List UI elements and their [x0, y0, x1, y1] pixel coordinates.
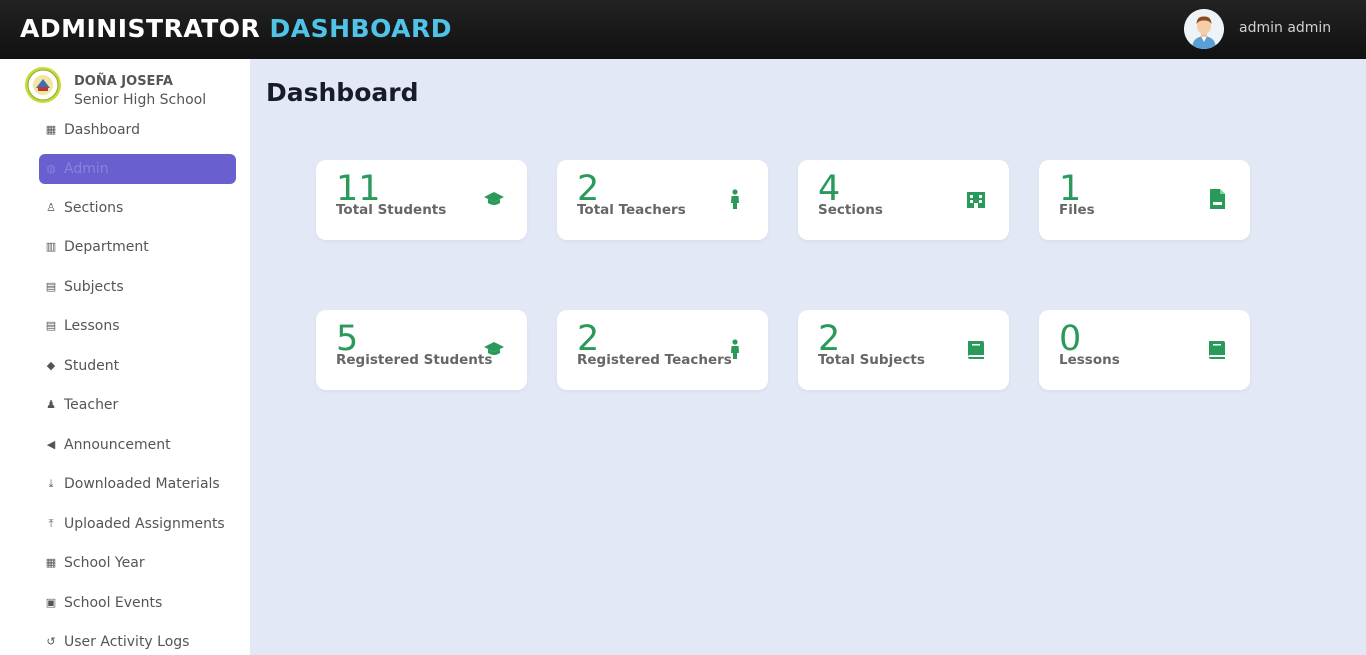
- sidebar-item-student[interactable]: ◆ Student: [39, 351, 236, 381]
- user-avatar[interactable]: [1184, 9, 1224, 49]
- admin-icon: ◍: [46, 162, 56, 175]
- sidebar-item-label: User Activity Logs: [64, 634, 190, 650]
- megaphone-icon: ◀: [46, 438, 56, 451]
- stat-card-registered-students[interactable]: 5 Registered Students: [316, 310, 527, 390]
- graduation-cap-icon: [484, 342, 504, 355]
- book-icon: [1209, 341, 1225, 359]
- sidebar-item-admin[interactable]: ◍ Admin: [39, 154, 236, 184]
- top-bar: ADMINISTRATOR DASHBOARD admin admin: [0, 0, 1366, 59]
- stat-label: Sections: [818, 202, 883, 218]
- book-icon: [968, 341, 984, 359]
- sidebar-item-school-events[interactable]: ▣ School Events: [39, 588, 236, 618]
- app-title-accent: DASHBOARD: [269, 14, 453, 43]
- sidebar-item-user-activity-logs[interactable]: ↺ User Activity Logs: [39, 627, 236, 655]
- stat-card-sections[interactable]: 4 Sections: [798, 160, 1009, 240]
- sidebar: DOÑA JOSEFA Senior High School ▦ Dashboa…: [0, 59, 250, 655]
- stat-card-total-teachers[interactable]: 2 Total Teachers: [557, 160, 768, 240]
- sidebar-item-label: Uploaded Assignments: [64, 516, 225, 532]
- graduation-cap-icon: [484, 192, 504, 205]
- stat-label: Total Subjects: [818, 352, 925, 368]
- sidebar-item-downloaded-materials[interactable]: ⤓ Downloaded Materials: [39, 469, 236, 499]
- avatar-icon: [1184, 9, 1224, 49]
- school-name-line2: Senior High School: [74, 92, 207, 108]
- person-icon: [731, 189, 739, 209]
- sidebar-item-teacher[interactable]: ♟ Teacher: [39, 390, 236, 420]
- sidebar-item-dashboard[interactable]: ▦ Dashboard: [39, 115, 236, 145]
- app-title-main: ADMINISTRATOR: [20, 14, 261, 43]
- calendar-icon: ▦: [45, 556, 57, 569]
- sidebar-item-label: Admin: [64, 161, 109, 177]
- building-icon: [967, 192, 985, 208]
- history-icon: ↺: [46, 635, 56, 648]
- stat-card-registered-teachers[interactable]: 2 Registered Teachers: [557, 310, 768, 390]
- stat-label: Registered Students: [336, 352, 493, 368]
- sidebar-item-subjects[interactable]: ▤ Subjects: [39, 272, 236, 302]
- school-logo: [25, 67, 61, 103]
- app-title: ADMINISTRATOR DASHBOARD: [20, 14, 452, 43]
- page-title: Dashboard: [266, 78, 419, 107]
- sidebar-item-announcement[interactable]: ◀ Announcement: [39, 430, 236, 460]
- lessons-icon: ▤: [45, 319, 57, 332]
- department-icon: ▥: [45, 240, 57, 253]
- sections-icon: ♙: [46, 201, 56, 214]
- dashboard-icon: ▦: [45, 123, 57, 136]
- file-icon: [1210, 189, 1225, 209]
- sidebar-item-label: Downloaded Materials: [64, 476, 220, 492]
- sidebar-item-lessons[interactable]: ▤ Lessons: [39, 311, 236, 341]
- stat-card-total-students[interactable]: 11 Total Students: [316, 160, 527, 240]
- stat-card-lessons[interactable]: 0 Lessons: [1039, 310, 1250, 390]
- sidebar-item-sections[interactable]: ♙ Sections: [39, 193, 236, 223]
- stat-label: Total Teachers: [577, 202, 686, 218]
- upload-icon: ⤒: [48, 517, 54, 530]
- sidebar-item-school-year[interactable]: ▦ School Year: [39, 548, 236, 578]
- sidebar-item-label: School Events: [64, 595, 163, 611]
- stat-card-total-subjects[interactable]: 2 Total Subjects: [798, 310, 1009, 390]
- sidebar-item-label: Dashboard: [64, 122, 140, 138]
- download-icon: ⤓: [48, 477, 54, 490]
- school-name-line1: DOÑA JOSEFA: [74, 74, 173, 89]
- subjects-icon: ▤: [45, 280, 57, 293]
- sidebar-item-label: Teacher: [64, 397, 119, 413]
- person-icon: [731, 339, 739, 359]
- sidebar-item-label: Sections: [64, 200, 124, 216]
- sidebar-item-label: Student: [64, 358, 120, 374]
- sidebar-item-uploaded-assignments[interactable]: ⤒ Uploaded Assignments: [39, 509, 236, 539]
- sidebar-item-label: Department: [64, 239, 149, 255]
- stat-label: Total Students: [336, 202, 447, 218]
- stat-label: Lessons: [1059, 352, 1120, 368]
- stat-label: Registered Teachers: [577, 352, 732, 368]
- sidebar-item-label: Lessons: [64, 318, 120, 334]
- sidebar-item-label: Subjects: [64, 279, 124, 295]
- calendar-event-icon: ▣: [45, 596, 57, 609]
- user-name[interactable]: admin admin: [1239, 20, 1331, 36]
- person-icon: ♟: [46, 398, 56, 411]
- sidebar-item-label: Announcement: [64, 437, 171, 453]
- sidebar-item-label: School Year: [64, 555, 145, 571]
- sidebar-item-department[interactable]: ▥ Department: [39, 232, 236, 262]
- graduation-cap-icon: ◆: [46, 359, 56, 372]
- stat-card-files[interactable]: 1 Files: [1039, 160, 1250, 240]
- stat-label: Files: [1059, 202, 1095, 218]
